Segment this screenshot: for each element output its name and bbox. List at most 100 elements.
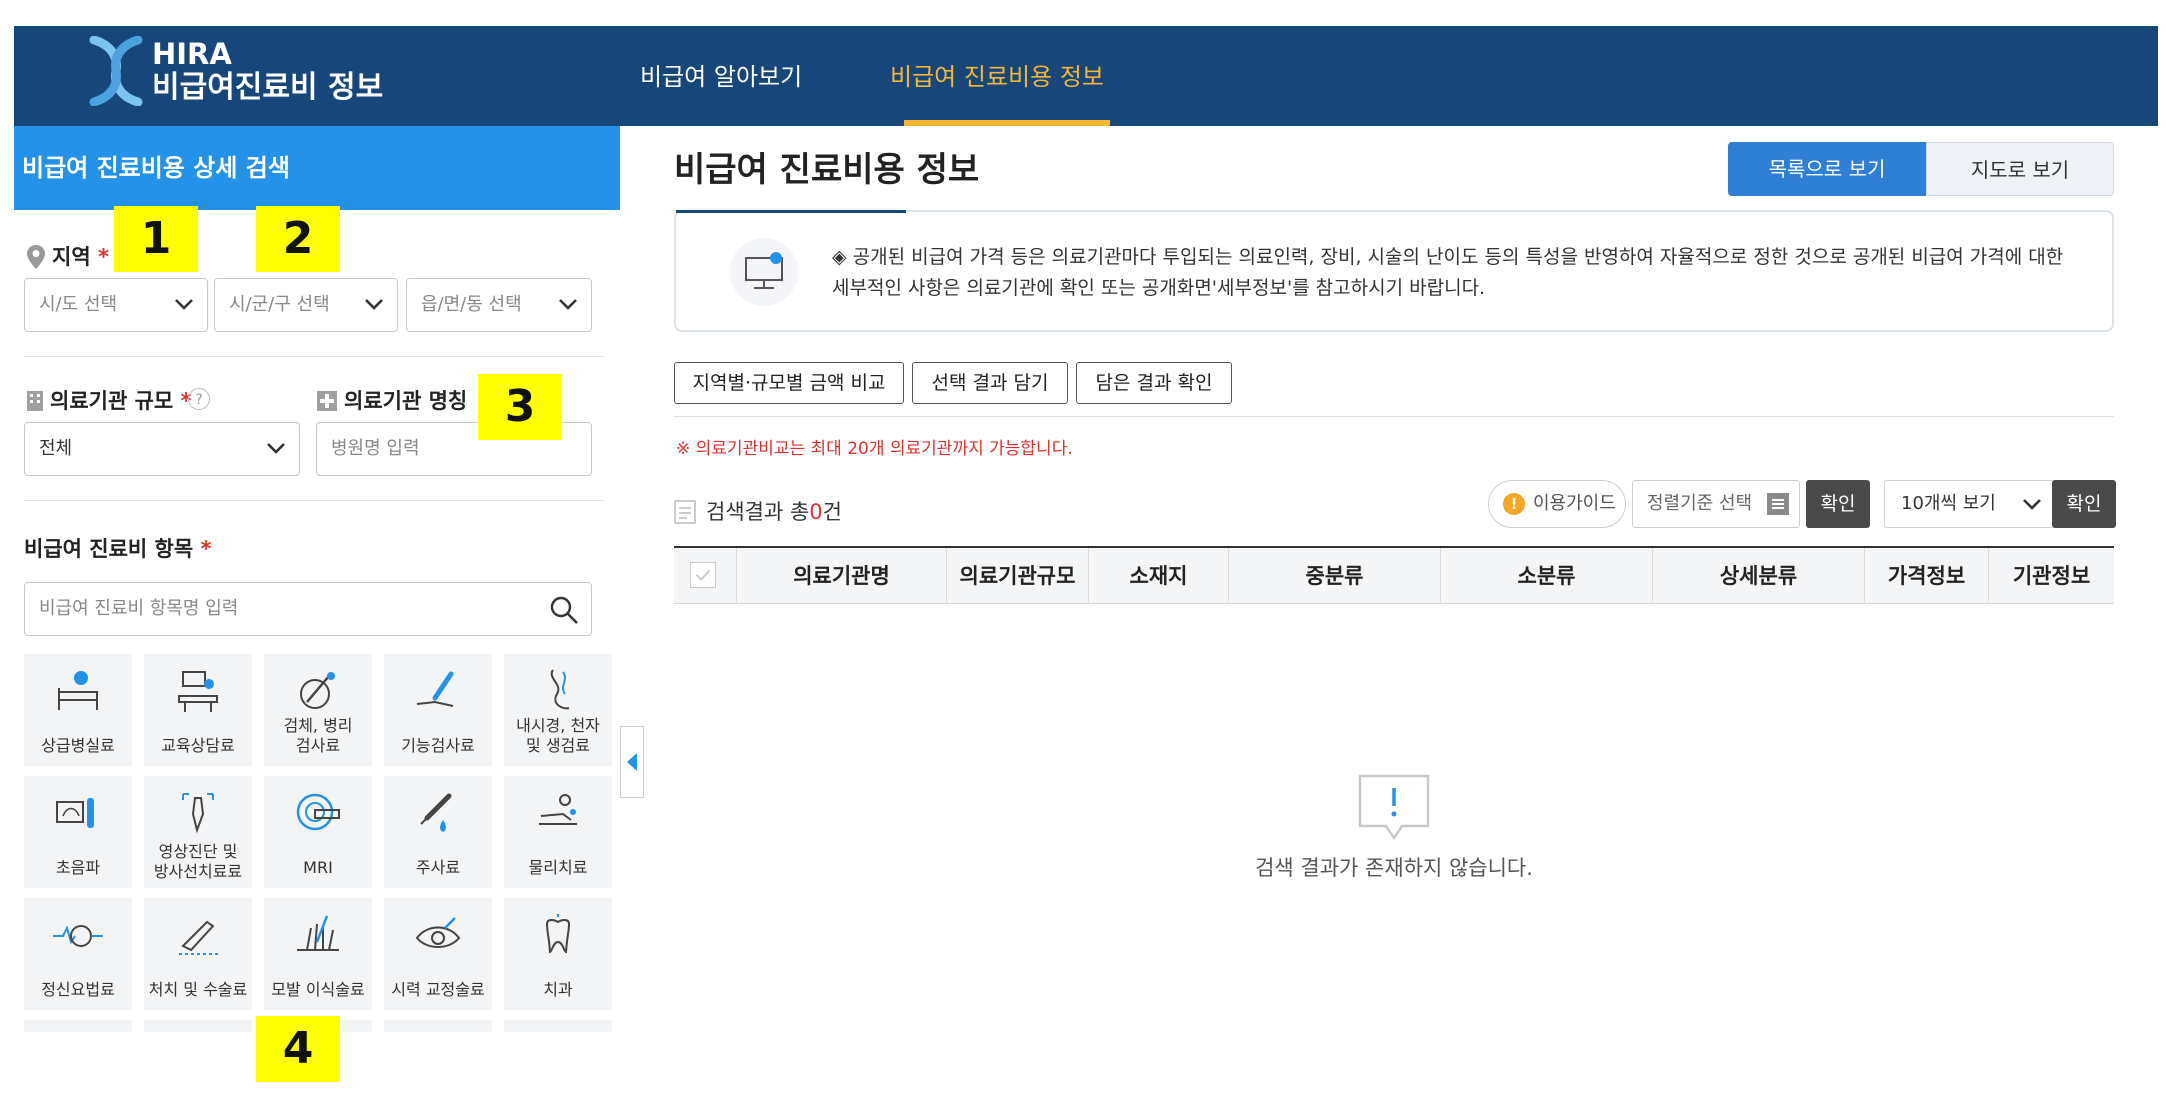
psychotherapy-icon (53, 925, 103, 947)
add-selection-button[interactable]: 선택 결과 담기 (912, 362, 1068, 404)
monitor-info-icon (730, 238, 798, 306)
xray-icon (182, 793, 214, 834)
select-all-checkbox[interactable] (690, 562, 716, 588)
microscope-icon (300, 672, 335, 709)
category-tile-surgery[interactable]: 처치 및 수술료 (144, 898, 252, 1010)
category-tile-mri[interactable]: MRI (264, 776, 372, 888)
category-label: 초음파 (55, 858, 101, 877)
usage-guide-label: 이용가이드 (1533, 493, 1616, 514)
category-tile-partial (24, 1020, 132, 1032)
alert-icon: ! (1503, 493, 1525, 515)
category-label: 정신요법료 (41, 980, 115, 999)
result-number: 0 (809, 500, 823, 524)
category-tile-hair[interactable]: 모발 이식술료 (264, 898, 372, 1010)
sort-select-value: 정렬기준 선택 (1647, 493, 1753, 514)
search-icon[interactable] (549, 595, 579, 625)
category-label: 치과 (543, 980, 573, 999)
collapse-arrow-icon (627, 753, 637, 771)
empty-result-icon (1358, 774, 1430, 841)
annotation-marker-3: 3 (478, 374, 562, 440)
scale-label: 의료기관 규모 * (50, 388, 192, 414)
column-header: 의료기관명 (736, 548, 946, 604)
category-label: MRI (303, 858, 333, 877)
result-prefix: 검색결과 총 (706, 500, 810, 524)
ultrasound-icon (56, 798, 94, 828)
category-tile-partial (384, 1020, 492, 1032)
name-label: 의료기관 명칭 (344, 389, 468, 413)
sido-select[interactable]: 시/도 선택 (24, 278, 208, 332)
building-icon (27, 391, 43, 411)
compare-by-region-button[interactable]: 지역별·규모별 금액 비교 (674, 362, 904, 404)
items-label: 비급여 진료비 항목 * (24, 536, 211, 562)
hira-logo-icon (89, 36, 143, 106)
category-tile-specimen[interactable]: 검체, 병리 검사료 (264, 654, 372, 766)
item-search-input[interactable]: 비급여 진료비 항목명 입력 (24, 582, 592, 636)
region-label: 지역 * (52, 244, 109, 270)
category-tile-counsel[interactable]: 교육상담료 (144, 654, 252, 766)
category-tile-ultrasound[interactable]: 초음파 (24, 776, 132, 888)
category-tile-function[interactable]: 기능검사료 (384, 654, 492, 766)
chevron-down-icon (175, 299, 193, 310)
help-icon[interactable]: ? (188, 388, 210, 410)
nav-noncovered-info[interactable]: 비급여 알아보기 (640, 62, 802, 92)
column-header: 상세분류 (1652, 548, 1864, 604)
view-selection-button[interactable]: 담은 결과 확인 (1076, 362, 1232, 404)
category-tile-imaging[interactable]: 영상진단 및 방사선치료료 (144, 776, 252, 888)
category-tile-room[interactable]: 상급병실료 (24, 654, 132, 766)
sidebar-collapse-button[interactable] (620, 726, 644, 798)
category-label: 주사료 (415, 858, 461, 877)
eye-icon (415, 917, 461, 948)
nav-noncovered-cost[interactable]: 비급여 진료비용 정보 (890, 62, 1104, 92)
scale-select[interactable]: 전체 (24, 422, 300, 476)
column-header: 기관정보 (1988, 548, 2114, 604)
category-tile-endoscopy[interactable]: 내시경, 천자 및 생검료 (504, 654, 612, 766)
logo-text-en: HIRA (152, 37, 232, 71)
category-label: 상급병실료 (41, 736, 115, 755)
category-label: 처치 및 수술료 (148, 980, 248, 999)
category-label: 교육상담료 (161, 736, 235, 755)
category-tile-dental[interactable]: 치과 (504, 898, 612, 1010)
notice-accent-bar (676, 210, 906, 213)
list-view-button[interactable]: 목록으로 보기 (1728, 142, 1926, 196)
divider (674, 416, 2114, 417)
document-list-icon (674, 500, 696, 524)
result-suffix: 건 (822, 500, 842, 524)
usage-guide-button[interactable]: ! 이용가이드 (1488, 480, 1626, 528)
scalpel-icon (179, 920, 219, 955)
empty-result-message: 검색 결과가 존재하지 않습니다. (1255, 856, 1533, 880)
hair-transplant-icon (297, 915, 339, 951)
mri-icon (296, 793, 340, 831)
hospital-icon (317, 391, 337, 411)
sort-select[interactable]: 정렬기준 선택 (1632, 480, 1800, 528)
chevron-down-icon (267, 443, 285, 454)
counseling-icon (178, 671, 218, 712)
eupmyeondong-select[interactable]: 읍/면/동 선택 (406, 278, 592, 332)
annotation-marker-2: 2 (256, 206, 340, 272)
category-tile-partial (504, 1020, 612, 1032)
notice-text: ◈ 공개된 비급여 가격 등은 의료기관마다 투입되는 의료인력, 장비, 시술… (832, 246, 2064, 299)
region-required-mark: * (97, 245, 109, 269)
column-header: 소재지 (1088, 548, 1228, 604)
chevron-down-icon (365, 299, 383, 310)
list-icon (1767, 493, 1789, 515)
category-label: 내시경, 천자 및 생검료 (516, 716, 600, 755)
page-size-confirm-button[interactable]: 확인 (2052, 480, 2116, 528)
divider (24, 500, 604, 501)
check-icon (695, 569, 711, 581)
page-size-select[interactable]: 10개씩 보기 (1884, 480, 2054, 528)
map-view-button[interactable]: 지도로 보기 (1926, 142, 2114, 196)
page-size-value: 10개씩 보기 (1901, 493, 1996, 514)
category-tile-vision[interactable]: 시력 교정술료 (384, 898, 492, 1010)
sigungu-select[interactable]: 시/군/구 선택 (214, 278, 398, 332)
sort-confirm-button[interactable]: 확인 (1806, 480, 1870, 528)
category-tile-psych[interactable]: 정신요법료 (24, 898, 132, 1010)
category-label: 시력 교정술료 (391, 980, 485, 999)
category-tile-physio[interactable]: 물리치료 (504, 776, 612, 888)
sigungu-select-value: 시/군/구 선택 (229, 294, 330, 315)
items-label-text: 비급여 진료비 항목 (24, 537, 194, 561)
category-label: 영상진단 및 방사선치료료 (153, 842, 243, 881)
category-tile-injection[interactable]: 주사료 (384, 776, 492, 888)
physiotherapy-icon (539, 794, 577, 825)
scale-select-value: 전체 (39, 438, 73, 459)
items-required-mark: * (200, 537, 212, 561)
